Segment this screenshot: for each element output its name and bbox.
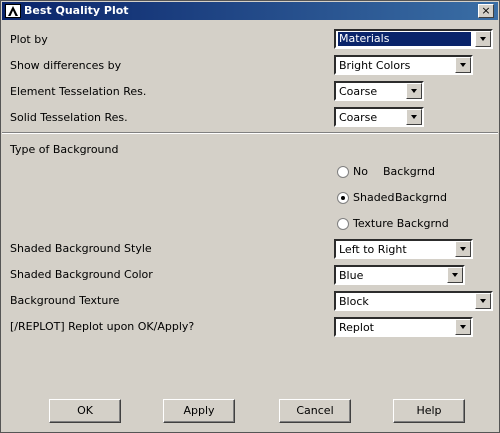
shaded-color-label: Shaded Background Color [10, 268, 153, 281]
radio-circle-checked[interactable] [337, 192, 349, 204]
chevron-down-icon[interactable] [447, 267, 463, 283]
shaded-style-dropdown[interactable]: Left to Right [334, 239, 473, 259]
show-diff-dropdown[interactable]: Bright Colors [334, 55, 473, 75]
solid-tess-value: Coarse [339, 111, 378, 124]
window-title: Best Quality Plot [24, 4, 129, 17]
dialog-window: Best Quality Plot × Plot by Materials Sh… [0, 0, 500, 433]
replot-label: [/REPLOT] Replot upon OK/Apply? [10, 320, 195, 333]
chevron-down-icon[interactable] [455, 57, 471, 73]
replot-value: Replot [339, 321, 374, 334]
chevron-down-icon[interactable] [455, 319, 471, 335]
shaded-style-label: Shaded Background Style [10, 242, 152, 255]
ok-button[interactable]: OK [49, 399, 121, 423]
chevron-down-icon[interactable] [455, 241, 471, 257]
elem-tess-value: Coarse [339, 85, 378, 98]
solid-tess-label: Solid Tesselation Res. [10, 111, 128, 124]
radio-circle[interactable] [337, 218, 349, 230]
elem-tess-label: Element Tesselation Res. [10, 85, 147, 98]
chevron-down-icon[interactable] [406, 109, 422, 125]
shaded-style-value: Left to Right [339, 243, 407, 256]
plot-by-label: Plot by [10, 33, 48, 46]
chevron-down-icon[interactable] [475, 31, 491, 47]
plot-by-dropdown[interactable]: Materials [334, 29, 493, 49]
shaded-color-dropdown[interactable]: Blue [334, 265, 465, 285]
close-button[interactable]: × [478, 4, 494, 18]
title-bar[interactable]: Best Quality Plot × [2, 2, 498, 20]
radio-texture-label: Texture Backgrnd [353, 217, 449, 230]
elem-tess-dropdown[interactable]: Coarse [334, 81, 424, 101]
radio-no-label: No [353, 165, 368, 178]
cancel-button[interactable]: Cancel [279, 399, 351, 423]
show-diff-label: Show differences by [10, 59, 122, 72]
separator [2, 132, 498, 134]
bg-type-label: Type of Background [10, 143, 119, 156]
radio-circle[interactable] [337, 166, 349, 178]
chevron-down-icon[interactable] [475, 293, 491, 309]
solid-tess-dropdown[interactable]: Coarse [334, 107, 424, 127]
replot-dropdown[interactable]: Replot [334, 317, 473, 337]
chevron-down-icon[interactable] [406, 83, 422, 99]
plot-by-value: Materials [338, 32, 471, 46]
help-button[interactable]: Help [393, 399, 465, 423]
close-icon: × [481, 4, 491, 17]
apply-button[interactable]: Apply [163, 399, 235, 423]
ansys-logo-icon [5, 4, 21, 18]
shaded-color-value: Blue [339, 269, 364, 282]
bg-texture-value: Block [339, 295, 369, 308]
bg-texture-dropdown[interactable]: Block [334, 291, 493, 311]
show-diff-value: Bright Colors [339, 59, 411, 72]
radio-shaded-label: Shaded [353, 191, 395, 204]
radio-no-label2: Backgrnd [383, 165, 435, 178]
radio-shaded-label2: Backgrnd [395, 191, 447, 204]
bg-texture-label: Background Texture [10, 294, 120, 307]
